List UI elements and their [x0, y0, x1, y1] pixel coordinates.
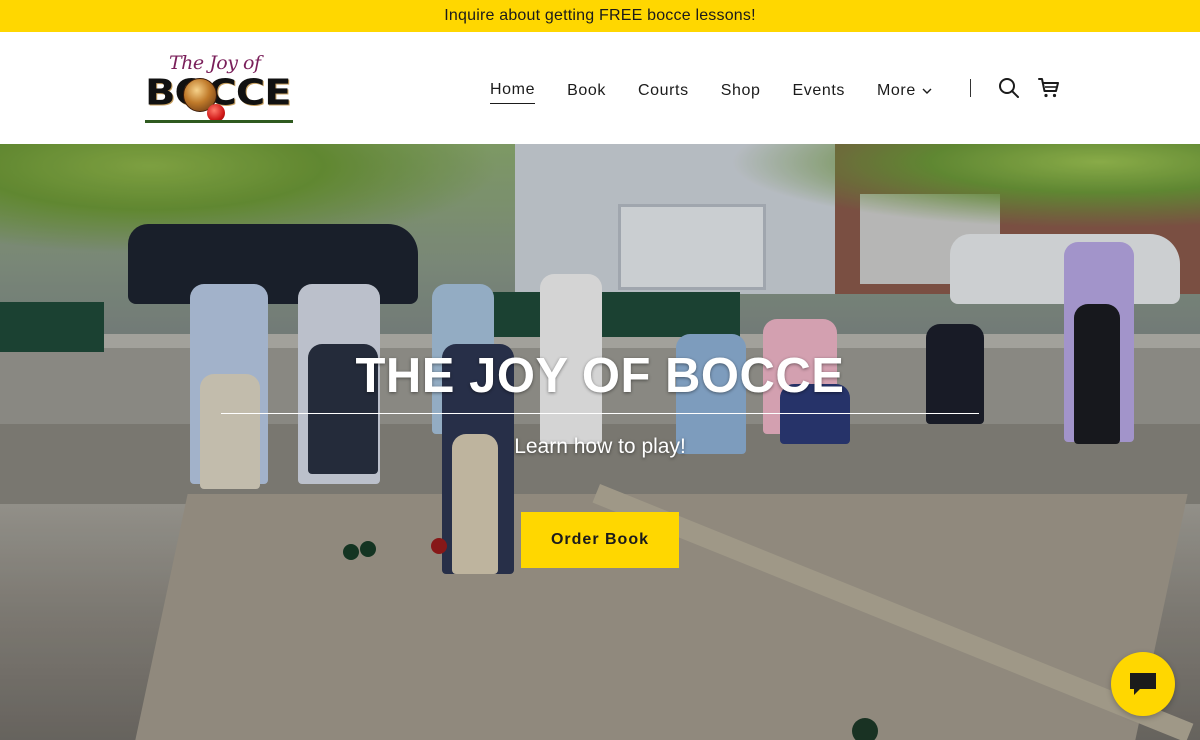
- nav-item-shop[interactable]: Shop: [721, 82, 761, 102]
- hero-section: THE JOY OF BOCCE Learn how to play! Orde…: [0, 144, 1200, 740]
- logo[interactable]: The Joy of BOCCE: [145, 52, 297, 124]
- nav-item-courts[interactable]: Courts: [638, 82, 689, 102]
- site-header: The Joy of BOCCE Home Book Courts Shop E…: [0, 32, 1200, 144]
- nav-item-more[interactable]: More: [877, 82, 932, 102]
- nav-item-home[interactable]: Home: [490, 81, 536, 104]
- logo-script-text: The Joy of: [169, 52, 261, 74]
- hero-title: THE JOY OF BOCCE: [355, 349, 845, 403]
- hero-subtitle: Learn how to play!: [514, 435, 686, 458]
- logo-underline: [145, 120, 293, 123]
- main-nav: Home Book Courts Shop Events More: [490, 80, 964, 104]
- order-book-button[interactable]: Order Book: [521, 512, 679, 568]
- chevron-down-icon: [922, 88, 932, 94]
- nav-item-events[interactable]: Events: [792, 82, 845, 102]
- chat-button[interactable]: [1111, 652, 1175, 716]
- announcement-text[interactable]: Inquire about getting FREE bocce lessons…: [444, 7, 756, 25]
- nav-divider: [970, 79, 971, 97]
- cart-icon[interactable]: [1037, 76, 1061, 100]
- nav-item-book[interactable]: Book: [567, 82, 606, 102]
- search-icon[interactable]: [997, 76, 1021, 100]
- announcement-bar[interactable]: Inquire about getting FREE bocce lessons…: [0, 0, 1200, 32]
- hero-divider: [221, 413, 979, 414]
- chat-icon: [1130, 673, 1156, 695]
- nav-item-more-label: More: [877, 82, 916, 99]
